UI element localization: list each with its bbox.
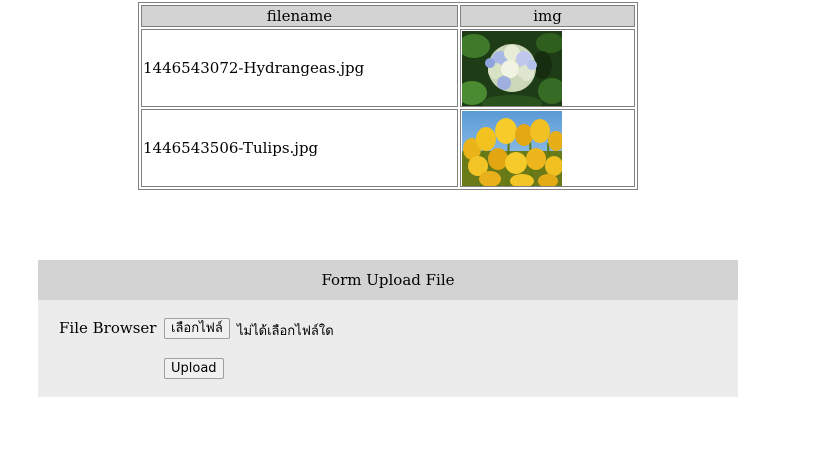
upload-button[interactable]: Upload — [164, 358, 224, 379]
form-title: Form Upload File — [38, 260, 738, 300]
hydrangeas-thumbnail — [462, 30, 562, 106]
column-header-filename: filename — [141, 5, 458, 27]
filename-cell: 1446543072-Hydrangeas.jpg — [141, 29, 458, 107]
column-header-img: img — [460, 5, 635, 27]
upload-form: Form Upload File File Browser เลือกไฟล์ … — [38, 260, 738, 397]
image-cell — [460, 109, 635, 187]
filename-cell: 1446543506-Tulips.jpg — [141, 109, 458, 187]
file-browser-label: File Browser — [59, 319, 157, 337]
table-row: 1446543072-Hydrangeas.jpg — [141, 29, 635, 107]
file-browser-row: File Browser เลือกไฟล์ ไม่ได้เลือกไฟล์ใด — [38, 317, 738, 341]
image-cell — [460, 29, 635, 107]
tulips-thumbnail — [462, 110, 562, 186]
choose-file-button[interactable]: เลือกไฟล์ — [164, 318, 230, 339]
file-list-table: filename img 1446543072-Hydrangeas.jpg 1… — [138, 2, 638, 190]
no-file-chosen-text: ไม่ได้เลือกไฟล์ใด — [237, 324, 334, 339]
table-header-row: filename img — [141, 5, 635, 27]
table-row: 1446543506-Tulips.jpg — [141, 109, 635, 187]
